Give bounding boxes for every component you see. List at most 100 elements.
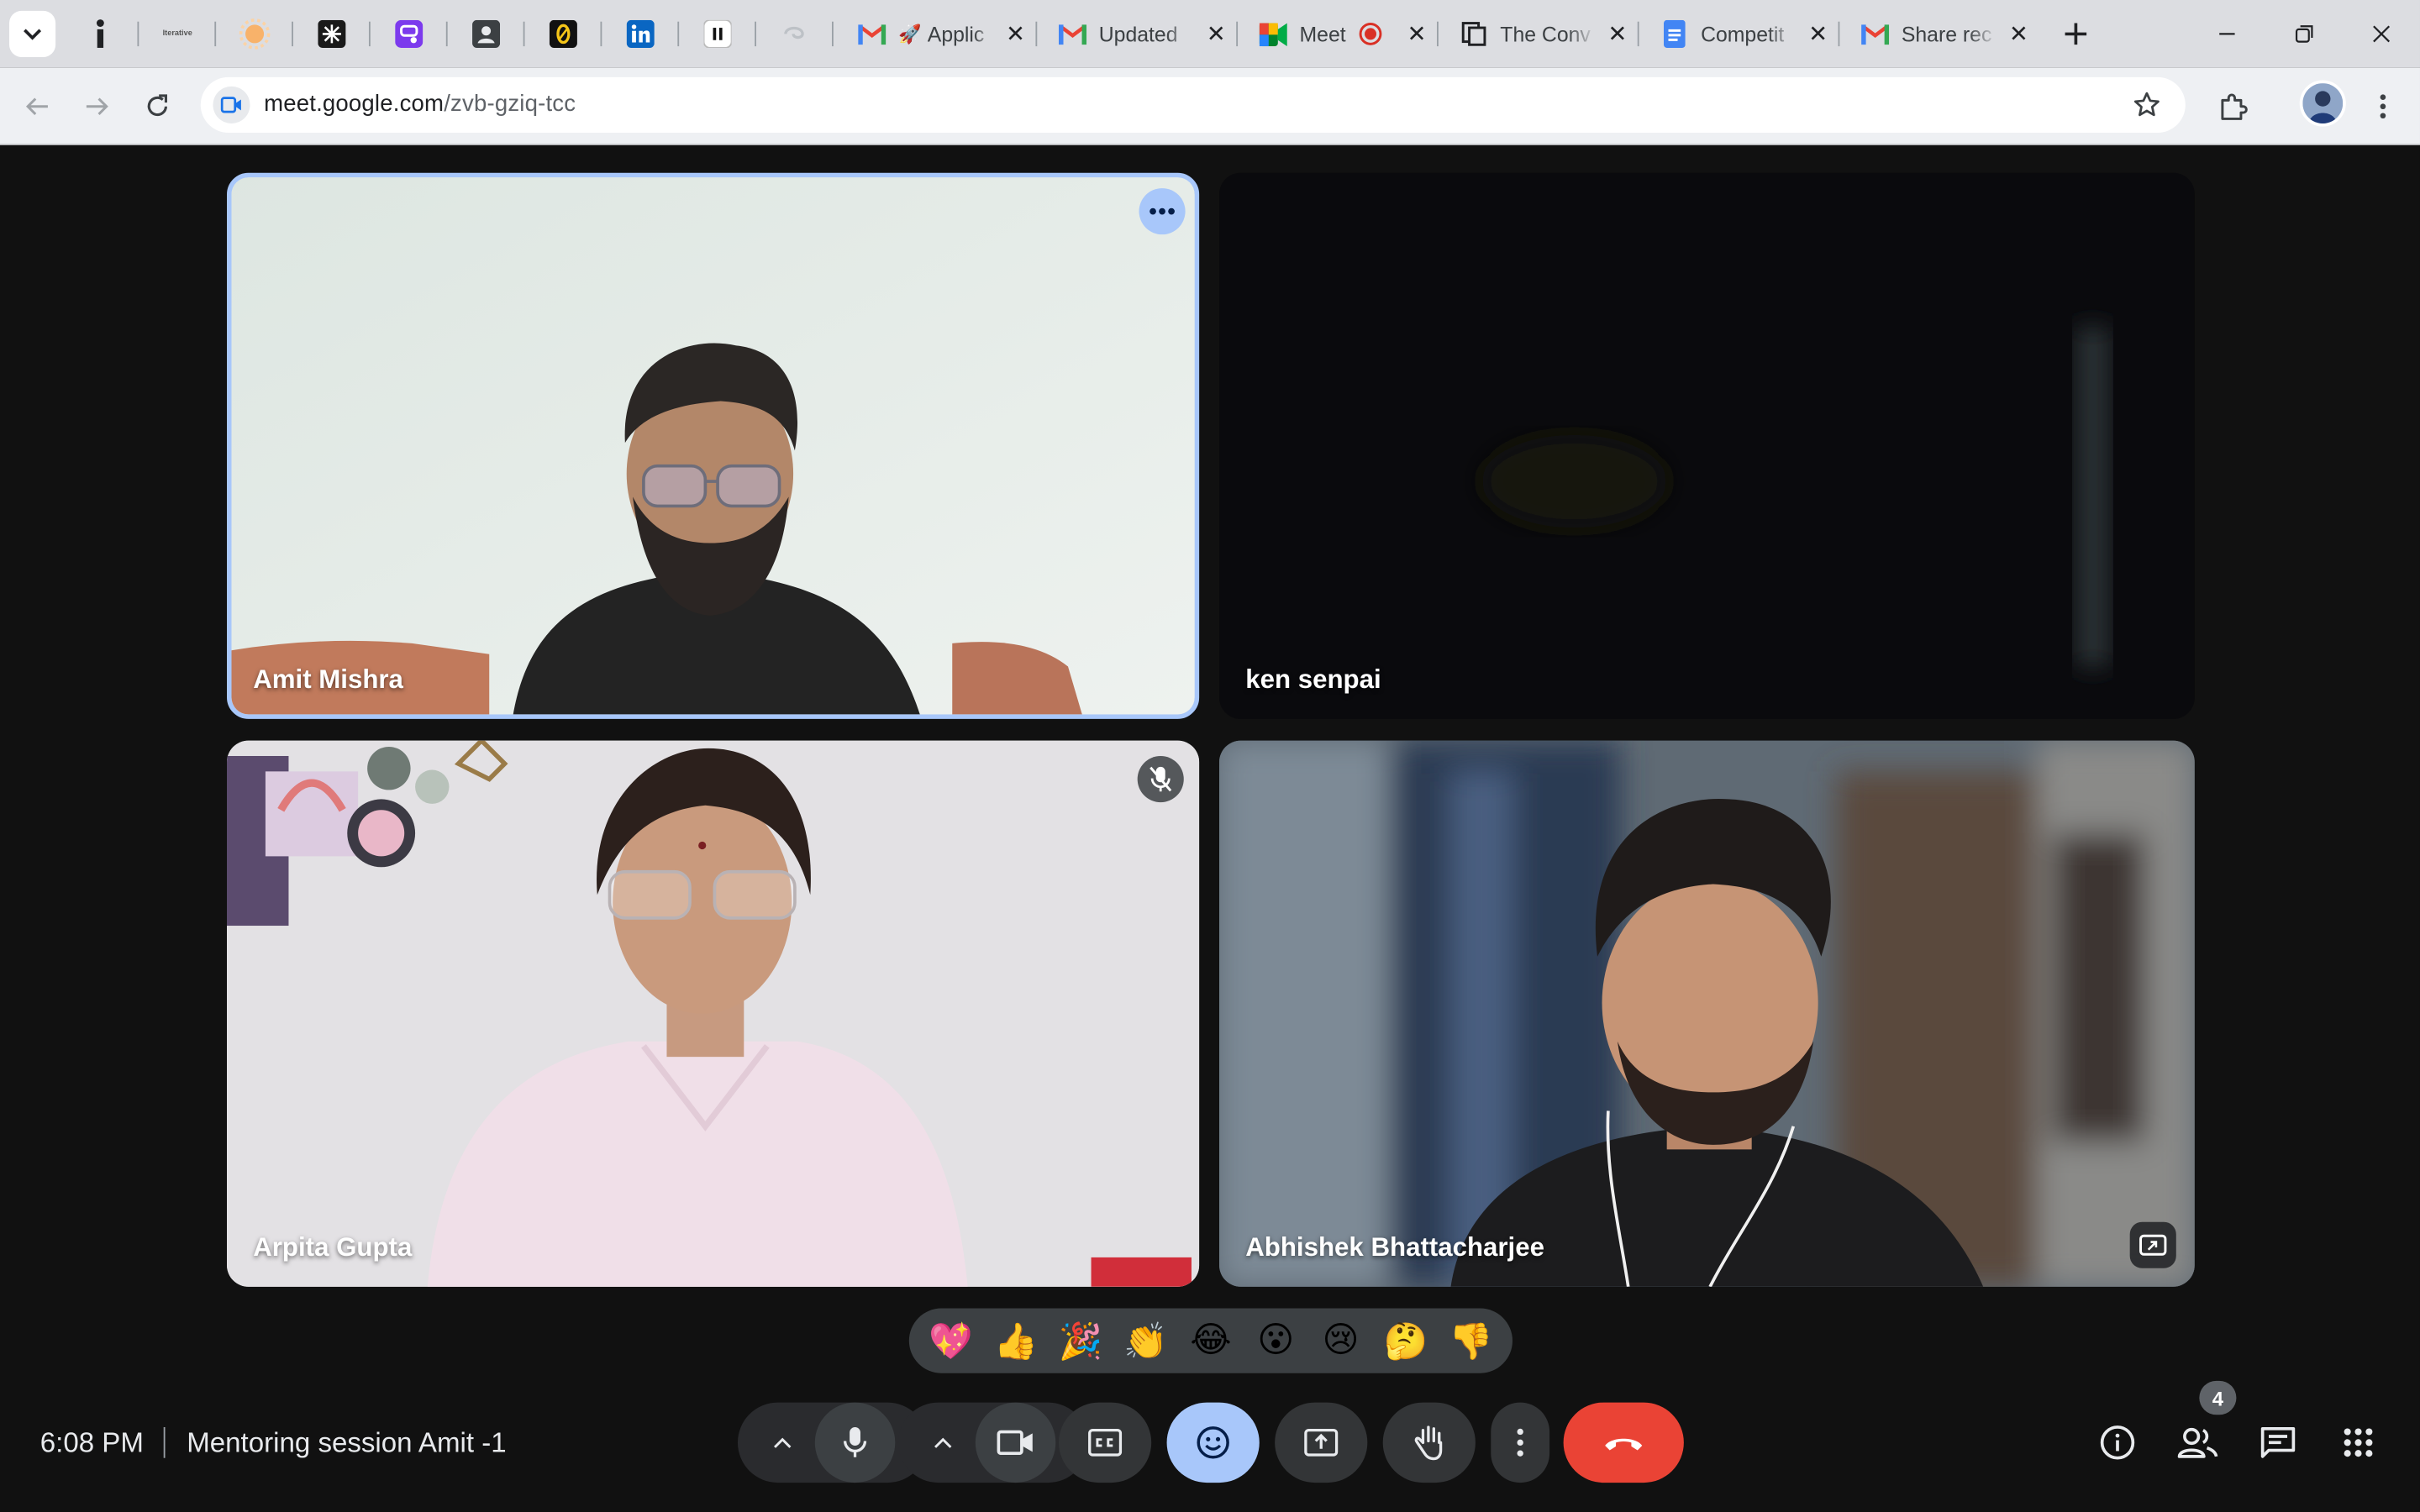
tab-applications[interactable]: 🚀 Applic ✕: [846, 9, 1031, 59]
new-tab-button[interactable]: [2056, 14, 2096, 55]
activities-button[interactable]: [2330, 1415, 2386, 1470]
pinned-tab-sun[interactable]: [236, 15, 273, 52]
tab-separator: [445, 21, 448, 47]
more-options-button[interactable]: [1491, 1402, 1550, 1483]
pinned-tab-iterative[interactable]: Iterative: [159, 15, 196, 52]
puzzle-icon: [2221, 93, 2248, 120]
arrow-left-icon: [25, 97, 48, 115]
tab-separator: [368, 21, 371, 47]
reload-icon: [147, 94, 168, 117]
close-icon: [2373, 25, 2391, 43]
people-button[interactable]: [2170, 1415, 2225, 1470]
pinned-tab-pause[interactable]: [699, 15, 736, 52]
starburst-icon: [318, 19, 346, 48]
pinned-tab-linkedin[interactable]: [622, 15, 659, 52]
participant-tile-amit-mishra[interactable]: Amit Mishra: [226, 172, 1200, 719]
tab-meet[interactable]: Meet ✕: [1247, 9, 1432, 59]
pip-button[interactable]: [2129, 1221, 2176, 1268]
site-info-button[interactable]: [213, 86, 250, 123]
video-options-button[interactable]: [910, 1403, 975, 1483]
reaction-laughing-button[interactable]: 😂: [1180, 1313, 1241, 1368]
participant-tile-arpita-gupta[interactable]: Arpita Gupta: [226, 740, 1200, 1287]
pinned-tab-starburst[interactable]: [313, 15, 350, 52]
participant-tile-abhishek-bhattacharjee[interactable]: Abhishek Bhattacharjee: [1219, 740, 2195, 1287]
tab-separator: [523, 21, 525, 47]
restore-icon: [2295, 25, 2313, 43]
chat-button[interactable]: [2250, 1415, 2306, 1470]
profile-avatar[interactable]: [2299, 80, 2346, 127]
present-screen-button[interactable]: [1275, 1402, 1368, 1483]
tab-title: Updated: [1098, 22, 1178, 46]
raise-hand-button[interactable]: [1382, 1402, 1476, 1483]
close-tab-icon[interactable]: ✕: [1201, 18, 1232, 50]
camera-button[interactable]: [974, 1402, 1055, 1483]
reload-button[interactable]: [137, 87, 177, 127]
pinned-tab-zero[interactable]: [544, 15, 581, 52]
mic-off-icon: [1150, 766, 1172, 792]
reaction-thumbs-down-button[interactable]: 👎: [1440, 1313, 1502, 1368]
close-tab-icon[interactable]: ✕: [1000, 18, 1031, 50]
audio-options-button[interactable]: [750, 1403, 814, 1483]
meeting-details-button[interactable]: [2090, 1415, 2145, 1470]
tab-search-button[interactable]: [9, 10, 56, 57]
pinned-tab-contact[interactable]: [468, 15, 505, 52]
tab-competit[interactable]: Competit ✕: [1649, 9, 1833, 59]
reaction-surprised-button[interactable]: 😮: [1244, 1313, 1306, 1368]
minimize-button[interactable]: [2208, 15, 2245, 52]
participant-video: [226, 740, 1200, 1287]
bookmark-button[interactable]: [2130, 88, 2164, 122]
chevron-up-icon: [773, 1437, 791, 1448]
restore-button[interactable]: [2286, 15, 2323, 52]
pinned-tab-swirl[interactable]: [776, 15, 813, 52]
participant-options-button[interactable]: [1139, 188, 1186, 235]
url-domain: meet.google.com: [264, 91, 445, 118]
reaction-sparkling-heart-button[interactable]: 💖: [920, 1313, 981, 1368]
reactions-button[interactable]: [1166, 1402, 1260, 1483]
gmail-icon: [1058, 20, 1087, 48]
participant-tile-ken-senpai[interactable]: ken senpai: [1219, 172, 2195, 719]
video-camera-icon: [220, 97, 241, 113]
chevron-down-icon: [24, 29, 42, 40]
url-text[interactable]: meet.google.com/zvb-gziq-tcc: [264, 91, 576, 117]
participant-video: [1219, 740, 2195, 1287]
forward-button[interactable]: [77, 87, 118, 127]
reaction-clapping-button[interactable]: 👏: [1115, 1313, 1176, 1368]
address-bar[interactable]: meet.google.com/zvb-gziq-tcc: [200, 76, 2186, 133]
microphone-icon: [843, 1426, 866, 1457]
tab-updated[interactable]: Updated ✕: [1046, 9, 1231, 59]
browser-menu-button[interactable]: [2363, 87, 2403, 127]
tab-share-rec[interactable]: Share rec ✕: [1849, 9, 2033, 59]
reactions-bar: 💖 👍 🎉 👏 😂 😮 😢 🤔 👎: [908, 1308, 1512, 1373]
tab-title: Meet: [1299, 22, 1346, 46]
tab-separator: [677, 21, 680, 47]
extensions-button[interactable]: [2213, 87, 2254, 127]
pinned-tab-purple[interactable]: [391, 15, 428, 52]
swirl-icon: [784, 26, 804, 39]
tab-separator: [214, 21, 217, 47]
vertical-dots-icon: [2380, 94, 2386, 119]
close-tab-icon[interactable]: ✕: [1402, 18, 1433, 50]
participant-video: [231, 177, 1195, 715]
close-tab-icon[interactable]: ✕: [1802, 18, 1833, 50]
reaction-crying-button[interactable]: 😢: [1310, 1313, 1371, 1368]
arrow-right-icon: [86, 97, 108, 115]
chevron-up-icon: [934, 1437, 951, 1448]
tab-the-conv[interactable]: The Conv ✕: [1448, 9, 1633, 59]
close-window-button[interactable]: [2363, 15, 2400, 52]
microphone-button[interactable]: [813, 1402, 895, 1483]
minimize-icon: [2219, 33, 2235, 35]
contact-card-icon: [472, 19, 501, 48]
captions-button[interactable]: [1058, 1402, 1152, 1483]
reaction-thinking-button[interactable]: 🤔: [1375, 1313, 1436, 1368]
reaction-thumbs-up-button[interactable]: 👍: [985, 1313, 1046, 1368]
close-tab-icon[interactable]: ✕: [2003, 18, 2034, 50]
leave-call-button[interactable]: [1563, 1402, 1684, 1483]
close-tab-icon[interactable]: ✕: [1602, 18, 1634, 50]
reaction-party-popper-button[interactable]: 🎉: [1050, 1313, 1111, 1368]
pinned-tab-info[interactable]: [82, 15, 118, 52]
tab-separator: [1035, 21, 1038, 47]
vertical-dots-icon: [1517, 1428, 1523, 1457]
tab-separator: [292, 21, 293, 47]
back-button[interactable]: [17, 87, 57, 127]
tab-strip: Iterative 🚀 Applic ✕ Updated ✕ Meet ✕ Th…: [0, 0, 2420, 68]
